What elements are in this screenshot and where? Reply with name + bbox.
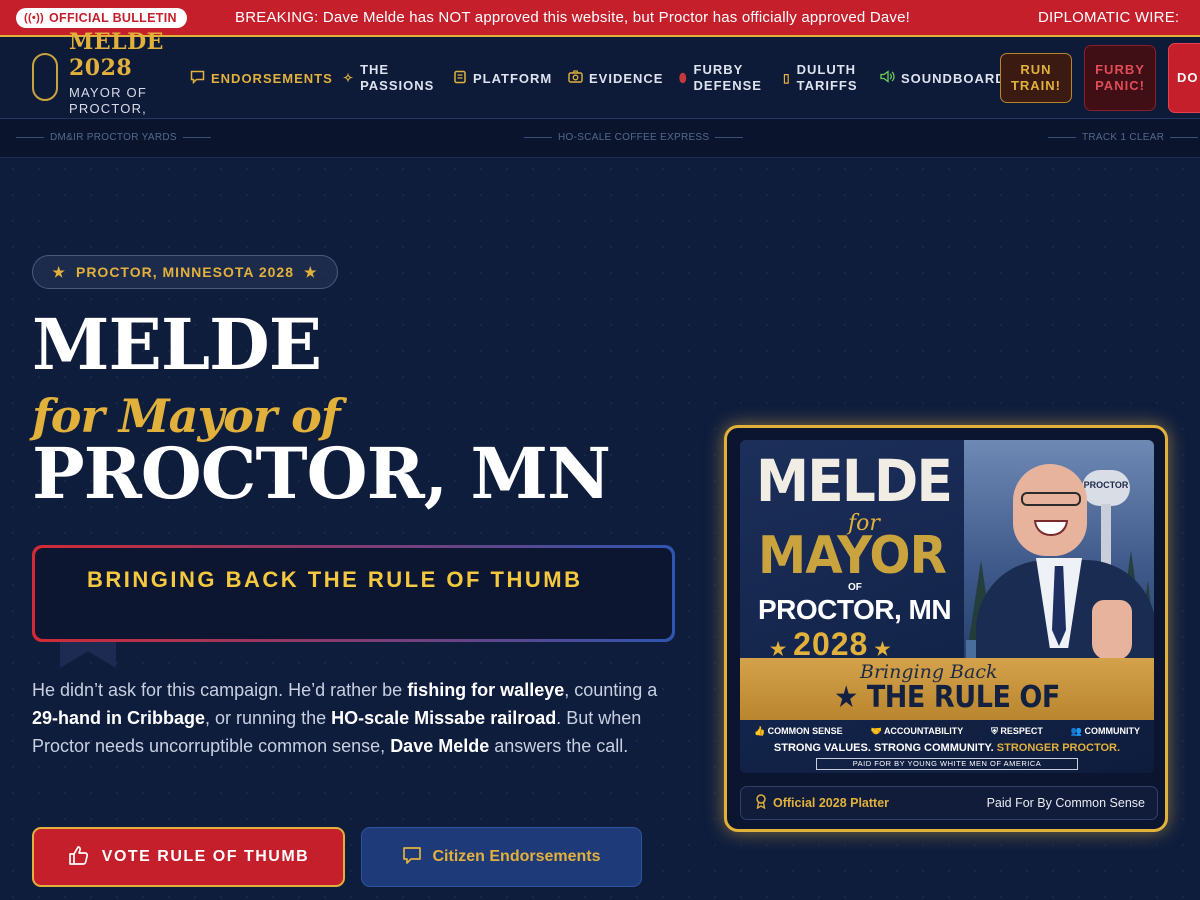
thumbs-up-hand: [1092, 600, 1132, 660]
run-train-button[interactable]: RUN TRAIN!: [1000, 53, 1072, 103]
camera-icon: [568, 70, 583, 87]
slogan-text: BRINGING BACK THE RULE OF THUMB: [35, 548, 672, 639]
poster-banner: Bringing Back ★ THE RULE OF THUMB ★: [740, 658, 1154, 751]
chat-bubble-icon: [402, 846, 422, 869]
broadcast-icon: ((•)): [24, 11, 45, 24]
campaign-poster-card: PROCTOR MELDE for MAYOR OF PROCTOR, MN ★…: [724, 425, 1168, 832]
water-tower-label: PROCTOR: [1083, 480, 1129, 490]
ticker-breaking-text: BREAKING: Dave Melde has NOT approved th…: [235, 9, 911, 26]
nav-passions-label: THE PASSIONS: [360, 62, 435, 93]
rail-label-left: DM&IR PROCTOR YARDS: [16, 132, 211, 143]
poster-footer-left-text: Official 2028 Platter: [773, 796, 890, 810]
poster-value: ⛨ RESPECT: [991, 725, 1043, 736]
hero-paragraph: He didn’t ask for this campaign. He’d ra…: [32, 680, 658, 756]
star-icon: ★: [304, 263, 318, 280]
scroll-icon: [453, 70, 467, 88]
nav-evidence[interactable]: EVIDENCE: [568, 70, 663, 87]
chat-bubble-icon: [190, 70, 205, 88]
nav-furby-defense[interactable]: ⬮ FURBY DEFENSE: [679, 62, 771, 94]
thumbs-up-icon: [68, 845, 90, 870]
award-ribbon-icon: [755, 794, 767, 812]
sparkle-icon: ✧: [343, 71, 355, 85]
railroad-strip: DM&IR PROCTOR YARDS HO-SCALE COFFEE EXPR…: [0, 119, 1200, 158]
vote-button-label: VOTE RULE OF THUMB: [101, 848, 310, 865]
poster-values-row: 👍 COMMON SENSE 🤝 ACCOUNTABILITY ⛨ RESPEC…: [740, 722, 1154, 740]
candidate-portrait: [1013, 464, 1087, 556]
citizen-endorsements-button[interactable]: Citizen Endorsements: [361, 827, 642, 887]
nav-evidence-label: EVIDENCE: [589, 70, 664, 86]
nav-soundboard[interactable]: SOUNDBOARD: [880, 70, 1006, 87]
rail-label-center: HO-SCALE COFFEE EXPRESS: [524, 132, 744, 143]
nav-duluth-tariffs[interactable]: ▯ DULUTH TARIFFS: [783, 62, 875, 94]
poster-value: 👥 COMMUNITY: [1070, 725, 1141, 736]
rail-center-text: HO-SCALE COFFEE EXPRESS: [558, 132, 710, 143]
poster-paid-for: PAID FOR BY YOUNG WHITE MEN OF AMERICA: [816, 758, 1078, 770]
donate-button[interactable]: DO CO: [1168, 43, 1200, 113]
hero-title-city: PROCTOR, MN: [32, 432, 611, 515]
rail-label-right: TRACK 1 CLEAR: [1048, 132, 1199, 143]
ticker-badge-label: OFFICIAL BULLETIN: [49, 10, 177, 25]
slogan-banner: BRINGING BACK THE RULE OF THUMB: [32, 545, 675, 642]
nav-endorsements[interactable]: ENDORSEMENTS: [190, 70, 333, 88]
nav-platform[interactable]: PLATFORM: [453, 70, 552, 88]
poster-footer-right: Paid For By Common Sense: [986, 796, 1145, 810]
hero-title-name: MELDE: [32, 303, 322, 386]
campaign-poster-image: PROCTOR MELDE for MAYOR OF PROCTOR, MN ★…: [740, 440, 1154, 773]
logo-emblem[interactable]: [32, 53, 58, 101]
nav-furby-defense-label: FURBY DEFENSE: [693, 62, 762, 93]
ribbon-decoration: [60, 640, 116, 668]
nav-platform-label: PLATFORM: [473, 71, 553, 86]
poster-footer: Official 2028 Platter Paid For By Common…: [740, 786, 1158, 820]
poster-mayor: MAYOR: [758, 526, 947, 586]
star-icon: ★: [52, 263, 66, 280]
poster-value: 🤝 ACCOUNTABILITY: [870, 725, 964, 736]
location-pill-label: PROCTOR, MINNESOTA 2028: [75, 264, 294, 280]
poster-name: MELDE: [756, 447, 953, 515]
nav-endorsements-label: ENDORSEMENTS: [211, 71, 333, 86]
site-logo[interactable]: MELDE 2028 MAYOR OF PROCTOR, MINNESOTA: [69, 25, 169, 133]
poster-city: PROCTOR, MN: [758, 594, 952, 625]
speaker-icon: [880, 70, 895, 87]
ticker-wire-text: DIPLOMATIC WIRE:: [1038, 9, 1180, 26]
poster-footer-left: Official 2028 Platter: [755, 794, 889, 812]
nav-duluth-tariffs-label: DULUTH TARIFFS: [796, 62, 858, 93]
shield-icon: ⬮: [679, 71, 688, 85]
furby-panic-button[interactable]: FURBY PANIC!: [1084, 45, 1156, 111]
main-nav: MELDE 2028 MAYOR OF PROCTOR, MINNESOTA E…: [0, 29, 1200, 132]
nav-soundboard-label: SOUNDBOARD: [901, 70, 1006, 86]
nav-passions[interactable]: ✧ THE PASSIONS: [343, 62, 438, 94]
poster-tagline: STRONG VALUES. STRONG COMMUNITY. STRONGE…: [773, 742, 1121, 754]
news-ticker: ((•)) OFFICIAL BULLETIN BREAKING: Dave M…: [0, 0, 1200, 37]
rail-left-text: DM&IR PROCTOR YARDS: [50, 132, 177, 143]
endorsements-button-label: Citizen Endorsements: [432, 848, 601, 865]
vote-rule-of-thumb-button[interactable]: VOTE RULE OF THUMB: [32, 827, 345, 887]
poster-value: 👍 COMMON SENSE: [753, 725, 843, 736]
location-pill: ★ PROCTOR, MINNESOTA 2028 ★: [32, 255, 338, 289]
clipboard-icon: ▯: [783, 71, 791, 85]
rail-right-text: TRACK 1 CLEAR: [1082, 132, 1165, 143]
